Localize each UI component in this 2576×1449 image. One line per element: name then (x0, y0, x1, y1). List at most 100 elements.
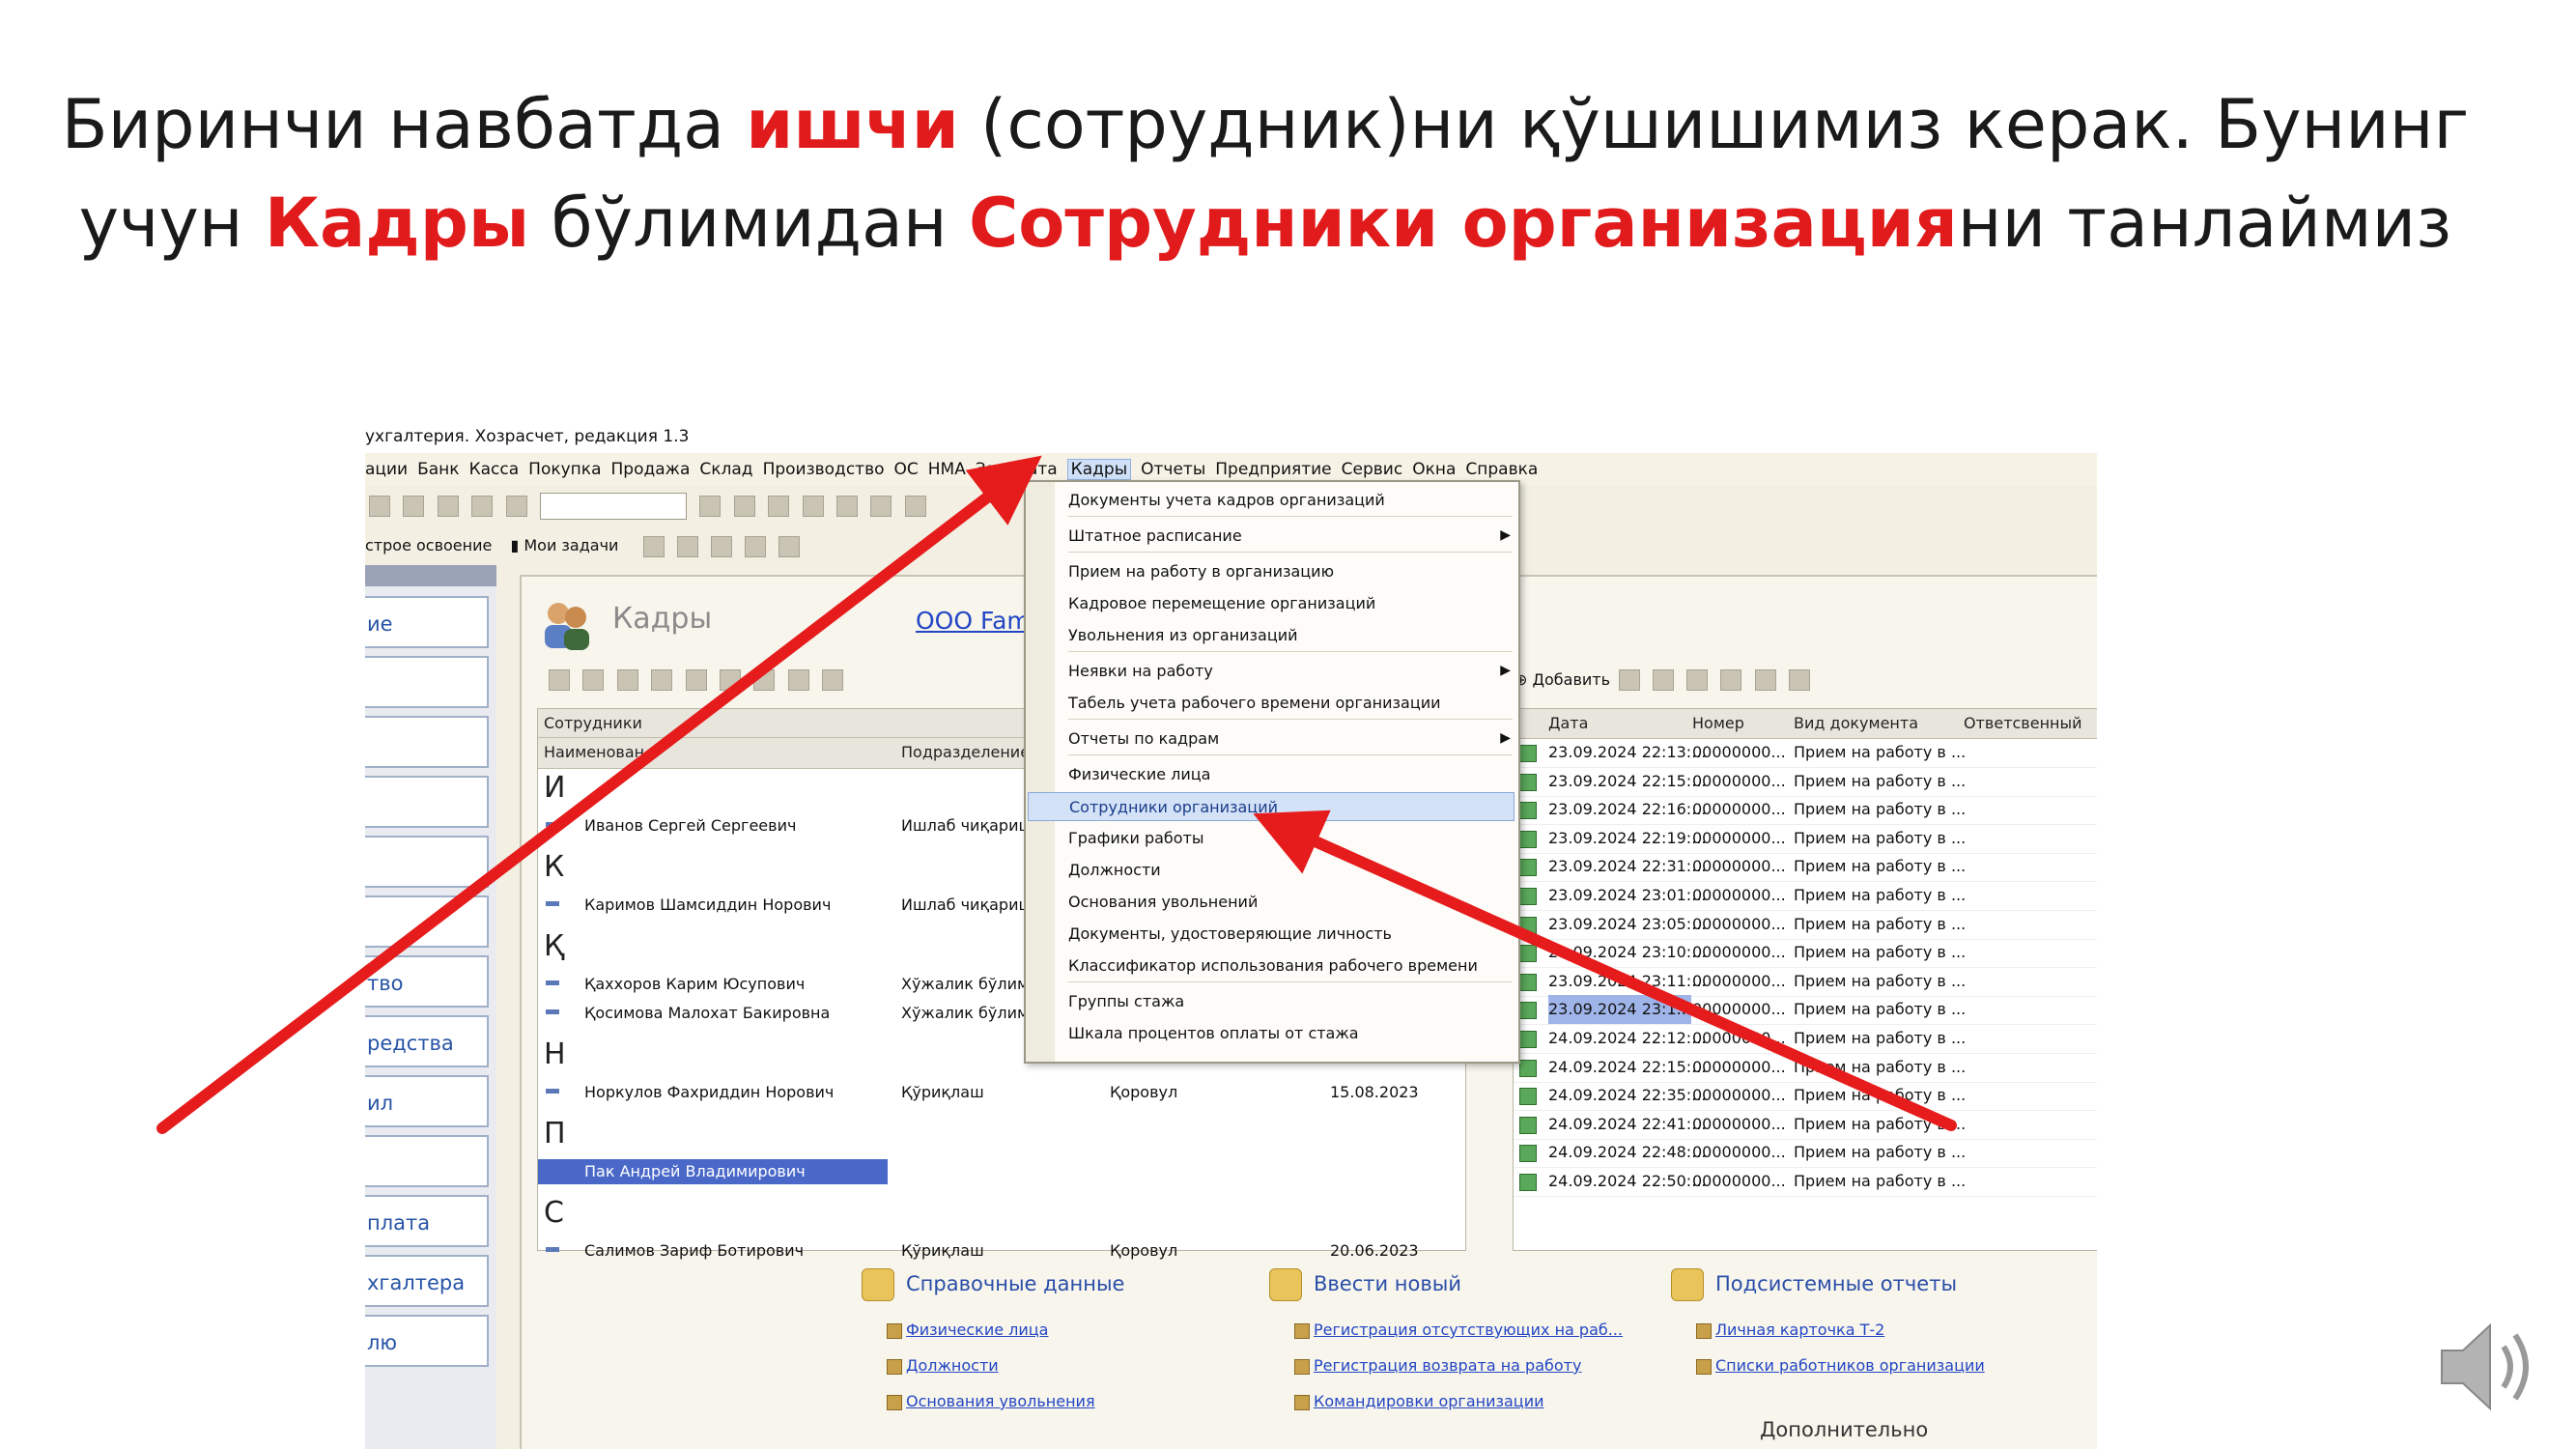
block-link[interactable]: Личная карточка Т-2 (1715, 1321, 1884, 1339)
document-row[interactable]: 23.09.2024 22:13:... 00000000... Прием на … (1514, 738, 2097, 768)
nav-panel-item[interactable]: ие (365, 596, 489, 648)
column-number[interactable]: Номер (1692, 709, 1744, 738)
copy-icon[interactable] (802, 496, 824, 517)
menu-item-kadry[interactable]: Документы, удостоверяющие личность (1068, 920, 1513, 949)
column-date[interactable]: Дата (1548, 709, 1588, 738)
menu-item[interactable]: Зарплата (976, 460, 1058, 479)
nav-panel-item[interactable]: лю (365, 1315, 489, 1367)
menu-item[interactable]: Окна (1412, 460, 1456, 479)
menu-item[interactable]: НМА (928, 460, 966, 479)
menu-item-kadry[interactable]: Отчеты по кадрам (1068, 724, 1513, 753)
table-row[interactable]: Салимов Зариф Ботирович Қўриқлаш Қоровул 20… (538, 1238, 1465, 1264)
calculator-icon[interactable] (870, 496, 892, 517)
add-icon[interactable] (582, 669, 605, 691)
block-link[interactable]: Должности (906, 1356, 999, 1375)
block-link[interactable]: Списки работников организации (1715, 1356, 1985, 1375)
document-row[interactable]: 23.09.2024 22:31:... 00000000... Прием на … (1514, 852, 2097, 883)
users-icon[interactable] (710, 536, 732, 557)
menu-item-kadry[interactable]: Табель учета рабочего времени организаци… (1068, 689, 1513, 718)
table-row[interactable]: Пак Андрей Владимирович (538, 1159, 1465, 1184)
block-link[interactable]: Командировки организации (1314, 1392, 1543, 1410)
search-icon[interactable] (505, 496, 527, 517)
grid-icon[interactable] (642, 536, 665, 557)
nav-panel-item[interactable] (365, 776, 489, 828)
search-input[interactable] (540, 493, 688, 520)
menu-item[interactable]: Продажа (611, 460, 691, 479)
column-responsible[interactable]: Ответсвенный (1964, 709, 2082, 738)
document-row[interactable]: 23.09.2024 22:19:... 00000000... Прием на … (1514, 824, 2097, 854)
clear-icon[interactable] (699, 496, 722, 517)
menu-item-kadry[interactable]: Сотрудники организаций (1028, 792, 1514, 821)
menu-item-kadry[interactable]: Кадровое перемещение организаций (1068, 589, 1513, 618)
quick-start-link[interactable]: строе освоение (365, 536, 492, 554)
menu-item-kadry[interactable]: Прием на работу в организацию (1068, 557, 1513, 586)
print-icon[interactable] (369, 496, 390, 517)
menu-item[interactable]: Производство (763, 460, 885, 479)
sort-icon[interactable] (1788, 669, 1810, 691)
find-next-icon[interactable] (733, 496, 755, 517)
menu-item[interactable]: Кадры (1066, 459, 1132, 480)
menu-item[interactable]: Покупка (528, 460, 601, 479)
nav-panel-item[interactable] (365, 656, 489, 708)
nav-panel-item[interactable] (365, 1135, 489, 1187)
find-prev-icon[interactable] (768, 496, 790, 517)
nav-panel-item[interactable]: плата (365, 1195, 489, 1247)
menu-item-kadry[interactable]: Документы учета кадров организаций (1068, 486, 1513, 515)
menu-item-kadry[interactable]: Физические лица (1068, 760, 1513, 789)
speaker-icon[interactable] (2434, 1314, 2550, 1420)
undo-icon[interactable] (437, 496, 459, 517)
nav-panel-item[interactable] (365, 836, 489, 888)
block-link[interactable]: Основания увольнения (906, 1392, 1095, 1410)
menu-item[interactable]: Банк (417, 460, 459, 479)
document-row[interactable]: 24.09.2024 22:48:... 00000000... Прием на … (1514, 1138, 2097, 1169)
my-tasks-button[interactable]: Мои задачи (524, 536, 618, 554)
block-title[interactable]: Ввести новый (1314, 1272, 1461, 1295)
column-name[interactable]: Наименован (538, 738, 895, 769)
menu-item[interactable]: ации (365, 460, 408, 479)
hierarchy-icon[interactable] (720, 669, 742, 691)
document-row[interactable]: 23.09.2024 23:05:... 00000000... Прием на … (1514, 910, 2097, 940)
menu-item-kadry[interactable]: Основания увольнений (1068, 888, 1513, 917)
calendar-icon[interactable] (904, 496, 926, 517)
table-icon[interactable] (676, 536, 698, 557)
menu-item[interactable]: Отчеты (1141, 460, 1205, 479)
menu-item[interactable]: Предприятие (1215, 460, 1331, 479)
additional-link[interactable]: Дополнительно (1760, 1418, 1928, 1441)
post-icon[interactable] (1720, 669, 1742, 691)
refresh-icon[interactable] (787, 669, 809, 691)
list-icon[interactable] (753, 669, 776, 691)
nav-panel-item[interactable] (365, 895, 489, 948)
folder-icon[interactable] (685, 669, 707, 691)
nav-panel-item[interactable]: хгалтера (365, 1255, 489, 1307)
nav-panel-item[interactable]: тво (365, 955, 489, 1008)
settings-icon[interactable] (549, 669, 570, 691)
menu-item[interactable]: Сервис (1342, 460, 1403, 479)
nav-panel-item[interactable]: редства (365, 1015, 489, 1067)
block-link[interactable]: Физические лица (906, 1321, 1048, 1339)
organization-link[interactable]: ООО Fami (916, 607, 1037, 635)
menu-item[interactable]: Касса (469, 460, 520, 479)
document-row[interactable]: 24.09.2024 22:50:... 00000000... Прием на … (1514, 1167, 2097, 1197)
chart-icon[interactable] (778, 536, 800, 557)
document-row[interactable]: 23.09.2024 22:15:... 00000000... Прием на … (1514, 767, 2097, 797)
menu-item-kadry[interactable]: Увольнения из организаций (1068, 621, 1513, 650)
filter-icon[interactable] (1754, 669, 1776, 691)
block-title[interactable]: Подсистемные отчеты (1715, 1272, 1957, 1295)
block-link[interactable]: Регистрация отсутствующих на раб... (1314, 1321, 1623, 1339)
menu-item[interactable]: Справка (1465, 460, 1538, 479)
block-link[interactable]: Регистрация возврата на работу (1314, 1356, 1581, 1375)
menu-item[interactable]: Склад (699, 460, 752, 479)
nav-panel-item[interactable] (365, 716, 489, 768)
menu-item-kadry[interactable]: Должности (1068, 856, 1513, 885)
table-row[interactable]: Норкулов Фахриддин Норович Қўриқлаш Қорову… (538, 1080, 1465, 1105)
preview-icon[interactable] (403, 496, 425, 517)
person-icon[interactable] (651, 669, 673, 691)
document-row[interactable]: 24.09.2024 22:15:... 00000000... Прием на … (1514, 1053, 2097, 1083)
edit-doc-icon[interactable] (1653, 669, 1675, 691)
document-row[interactable]: 23.09.2024 23:11:... 00000000... Прием на … (1514, 967, 2097, 997)
menu-item-kadry[interactable]: Штатное расписание (1068, 522, 1513, 551)
delete-doc-icon[interactable] (1686, 669, 1709, 691)
menu-item[interactable]: ОС (893, 460, 918, 479)
menu-item-kadry[interactable]: Графики работы (1068, 824, 1513, 853)
document-row[interactable]: 24.09.2024 22:41:... 00000000... Прием на … (1514, 1110, 2097, 1140)
